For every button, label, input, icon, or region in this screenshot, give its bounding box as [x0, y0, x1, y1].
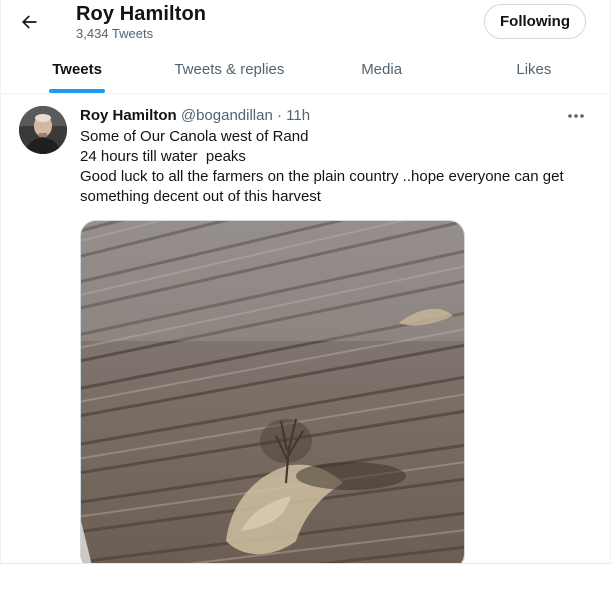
tab-likes[interactable]: Likes	[458, 46, 610, 93]
tweet-author-handle[interactable]: @bogandillan	[181, 107, 273, 124]
tab-tweets-and-replies[interactable]: Tweets & replies	[153, 46, 305, 93]
separator-dot: ·	[277, 107, 282, 124]
tweet-header: Roy Hamilton @bogandillan · 11h	[80, 107, 310, 124]
tweet-author-name[interactable]: Roy Hamilton	[80, 107, 177, 124]
tweet-text-line: something decent out of this harvest	[80, 188, 321, 205]
tab-label: Tweets	[52, 61, 102, 78]
avatar[interactable]	[19, 106, 67, 154]
arrow-left-icon	[22, 15, 37, 29]
tweet-count: 3,434 Tweets	[76, 26, 154, 41]
more-horizontal-icon	[568, 114, 584, 118]
tweet-text-line: Some of Our Canola west of Rand	[80, 128, 309, 145]
more-options-button[interactable]	[563, 106, 589, 126]
tweet-text: Some of Our Canola west of Rand 24 hours…	[80, 127, 580, 207]
tweet-text-line: Good luck to all the farmers on the plai…	[80, 168, 564, 185]
tab-label: Likes	[516, 61, 552, 78]
profile-name-title: Roy Hamilton	[76, 3, 207, 25]
tab-media[interactable]: Media	[306, 46, 458, 93]
active-tab-indicator	[49, 89, 106, 93]
profile-header: Roy Hamilton 3,434 Tweets Following	[1, 0, 610, 46]
following-button[interactable]: Following	[484, 4, 586, 39]
window-bottom-area	[0, 563, 611, 598]
tab-label: Media	[361, 61, 403, 78]
flooded-field-photo	[81, 221, 464, 563]
profile-tabs: Tweets Tweets & replies Media Likes	[1, 46, 610, 94]
tweet-text-line: 24 hours till water peaks	[80, 148, 246, 165]
profile-timeline: Roy Hamilton 3,434 Tweets Following Twee…	[0, 0, 611, 563]
tweet-timestamp[interactable]: 11h	[286, 107, 310, 124]
back-button[interactable]	[11, 4, 47, 40]
tweet[interactable]: Roy Hamilton @bogandillan · 11h Some of …	[1, 94, 610, 563]
tab-tweets[interactable]: Tweets	[1, 46, 153, 93]
tab-label: Tweets & replies	[174, 61, 285, 78]
tweet-media-image[interactable]	[80, 220, 465, 563]
avatar-photo	[19, 106, 67, 154]
